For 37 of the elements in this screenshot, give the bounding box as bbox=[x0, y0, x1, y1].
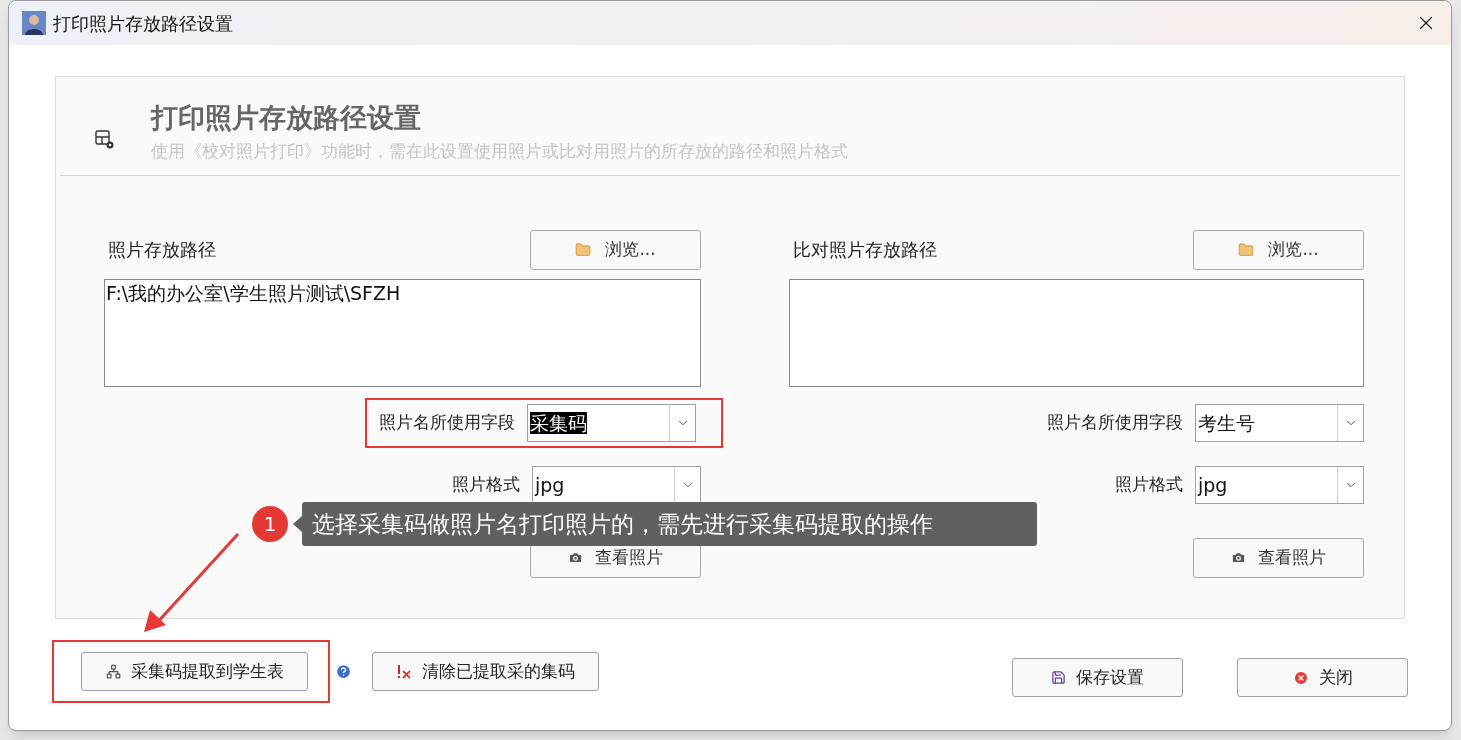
save-button[interactable]: 保存设置 bbox=[1012, 658, 1183, 697]
dropdown[interactable]: jpg bbox=[1195, 465, 1364, 504]
format-label: 照片格式 bbox=[452, 472, 520, 496]
tooltip-text: 选择采集码做照片名打印照片的，需先进行采集码提取的操作 bbox=[312, 509, 933, 539]
clear-button[interactable]: 清除已提取采的集码 bbox=[372, 652, 599, 691]
folder-icon bbox=[1238, 241, 1255, 258]
path-field[interactable] bbox=[789, 278, 1364, 387]
dropdown-value: 采集码 bbox=[530, 411, 587, 434]
app-icon bbox=[22, 11, 46, 35]
path-label: 比对照片存放路径 bbox=[792, 238, 937, 262]
dropdown[interactable]: 考生号 bbox=[1195, 403, 1364, 442]
dropdown-value: jpg bbox=[535, 473, 565, 496]
camera-icon bbox=[1231, 550, 1246, 565]
dropdown-value: jpg bbox=[1198, 473, 1228, 496]
field-label: 照片名所使用字段 bbox=[379, 410, 515, 434]
path-field[interactable]: F:\我的办公室\学生照片测试\SFZH bbox=[104, 278, 701, 387]
layout-settings-icon bbox=[95, 129, 115, 150]
help-icon[interactable] bbox=[335, 663, 352, 680]
panel-title: 打印照片存放路径设置 bbox=[151, 101, 422, 135]
dropdown-value: 考生号 bbox=[1198, 411, 1255, 434]
dropdown[interactable]: 采集码 bbox=[527, 403, 696, 442]
camera-icon bbox=[568, 550, 583, 565]
exclamation-x-icon bbox=[396, 663, 412, 680]
dropdown[interactable]: jpg bbox=[532, 465, 701, 504]
save-icon bbox=[1051, 670, 1066, 685]
format-label: 照片格式 bbox=[1115, 472, 1183, 496]
window-title: 打印照片存放路径设置 bbox=[53, 11, 233, 36]
browse-button[interactable]: 浏览... bbox=[1193, 229, 1364, 270]
close-icon bbox=[1292, 669, 1309, 686]
field-label: 照片名所使用字段 bbox=[1047, 410, 1183, 434]
path-label: 照片存放路径 bbox=[107, 238, 216, 262]
view-photo-button[interactable]: 查看照片 bbox=[1193, 537, 1364, 578]
browse-button[interactable]: 浏览... bbox=[530, 229, 701, 270]
close-button[interactable]: 关闭 bbox=[1237, 658, 1408, 697]
folder-icon bbox=[575, 241, 592, 258]
extract-button[interactable]: 采集码提取到学生表 bbox=[81, 652, 308, 691]
network-icon bbox=[105, 664, 121, 679]
